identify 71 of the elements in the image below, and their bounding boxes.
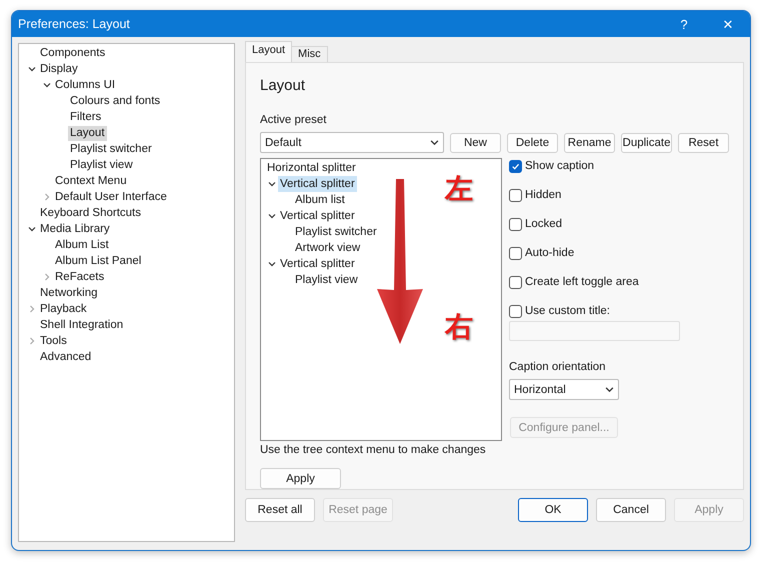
chevron-down-icon[interactable] bbox=[42, 81, 50, 89]
tree-item[interactable]: Playlist view bbox=[68, 158, 135, 172]
title-input-field[interactable] bbox=[509, 321, 680, 341]
checkbox[interactable] bbox=[509, 160, 522, 172]
apply-button[interactable]: Apply bbox=[260, 468, 341, 489]
tree-item[interactable]: Album list bbox=[293, 192, 347, 208]
checkbox-label: Auto-hide bbox=[525, 247, 574, 259]
page-heading: Layout bbox=[260, 77, 306, 96]
tree-item[interactable]: Context Menu bbox=[53, 174, 129, 188]
checkbox-label: Show caption bbox=[525, 160, 594, 172]
orientation-dropdown[interactable]: Horizontal bbox=[509, 379, 619, 400]
tree-item[interactable]: Vertical splitter bbox=[278, 208, 357, 224]
tree-item[interactable]: Columns UI bbox=[53, 78, 118, 92]
checkbox-label: Hidden bbox=[525, 189, 562, 201]
annotation-label: 左 bbox=[445, 173, 473, 205]
tree-item[interactable]: Artwork view bbox=[293, 240, 362, 256]
tree-item[interactable]: Horizontal splitter bbox=[265, 160, 358, 176]
hint-text: Use the tree context menu to make changes bbox=[260, 444, 487, 458]
chevron-down-icon[interactable] bbox=[268, 212, 276, 220]
tree-item[interactable]: Colours and fonts bbox=[68, 94, 162, 108]
close-button[interactable]: ✕ bbox=[706, 16, 750, 32]
tree-item[interactable]: Tools bbox=[38, 334, 69, 348]
dialog-button[interactable]: Cancel bbox=[596, 498, 666, 522]
checkbox[interactable] bbox=[509, 188, 522, 202]
dialog-button[interactable]: Reset all bbox=[245, 498, 315, 522]
tree-item[interactable]: Playlist view bbox=[293, 272, 360, 288]
tree-item[interactable]: Album List Panel bbox=[53, 254, 144, 268]
preset-button[interactable]: Delete bbox=[507, 132, 558, 152]
chevron-down-icon[interactable] bbox=[28, 225, 36, 233]
chevron-down-icon[interactable] bbox=[430, 138, 439, 147]
dialog-button[interactable]: OK bbox=[518, 498, 588, 522]
checkbox-label: Locked bbox=[525, 218, 562, 230]
tree-item[interactable]: Playlist switcher bbox=[293, 224, 379, 240]
preset-button[interactable]: Reset bbox=[678, 132, 729, 152]
field-label: Caption orientation bbox=[509, 361, 607, 375]
checkbox[interactable] bbox=[509, 246, 522, 260]
tree-item[interactable]: Display bbox=[38, 62, 80, 76]
tab[interactable]: Misc bbox=[291, 46, 328, 62]
tree-item[interactable]: Components bbox=[38, 46, 108, 60]
tree-item[interactable]: Filters bbox=[68, 110, 104, 124]
window-title: Preferences: Layout bbox=[18, 17, 131, 31]
tree-item[interactable]: Media Library bbox=[38, 222, 112, 236]
tree-item[interactable]: Default User Interface bbox=[53, 190, 169, 204]
tree-item[interactable]: Keyboard Shortcuts bbox=[38, 206, 144, 220]
chevron-down-icon[interactable] bbox=[268, 180, 276, 188]
preset-button[interactable]: New bbox=[450, 132, 501, 152]
tab[interactable]: Layout bbox=[245, 41, 292, 62]
tree-item[interactable]: Vertical splitter bbox=[278, 256, 357, 272]
chevron-down-icon[interactable] bbox=[268, 260, 276, 268]
field-label: Active preset bbox=[260, 114, 328, 128]
tree-item[interactable]: ReFacets bbox=[53, 270, 106, 284]
preset-dropdown[interactable]: Default bbox=[260, 132, 444, 153]
annotation-label: 右 bbox=[445, 311, 473, 343]
checkbox-label: Create left toggle area bbox=[525, 276, 639, 288]
chevron-down-icon[interactable] bbox=[605, 385, 614, 394]
checkbox[interactable] bbox=[509, 304, 522, 318]
tree-item[interactable]: Playlist switcher bbox=[68, 142, 154, 156]
tree-item[interactable]: Album List bbox=[53, 238, 111, 252]
help-button[interactable]: ? bbox=[662, 16, 706, 32]
tree-item[interactable]: Networking bbox=[38, 286, 100, 300]
preset-button[interactable]: Duplicate bbox=[621, 132, 672, 152]
tree-item[interactable]: Advanced bbox=[38, 350, 94, 364]
checkbox[interactable] bbox=[509, 218, 522, 230]
tree-item[interactable]: Shell Integration bbox=[38, 318, 126, 332]
preset-button[interactable]: Rename bbox=[564, 132, 615, 152]
tree-item[interactable]: Vertical splitter bbox=[278, 176, 357, 192]
tree-item[interactable]: Playback bbox=[38, 302, 89, 316]
checkbox-label: Use custom title: bbox=[525, 305, 610, 317]
tree-item[interactable]: Layout bbox=[68, 126, 107, 140]
chevron-down-icon[interactable] bbox=[28, 65, 36, 73]
checkbox[interactable] bbox=[509, 276, 522, 288]
